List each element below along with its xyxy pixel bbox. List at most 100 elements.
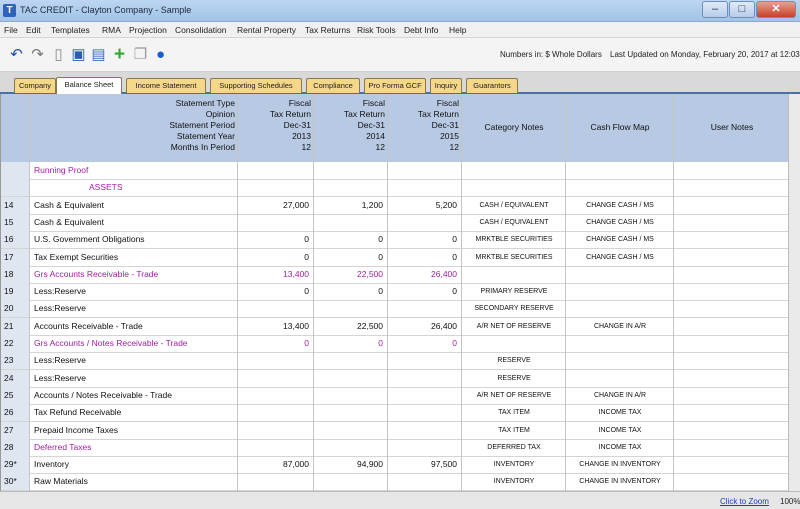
vertical-scrollbar[interactable]	[788, 94, 800, 491]
menu-risk-tools[interactable]: Risk Tools	[357, 25, 396, 35]
value-2015	[389, 387, 457, 404]
undo-icon[interactable]: ↶	[8, 46, 25, 63]
menu-tax-returns[interactable]: Tax Returns	[305, 25, 350, 35]
cash-flow-map	[567, 266, 673, 283]
category-note: TAX ITEM	[498, 409, 530, 417]
tab-company[interactable]: Company	[14, 78, 56, 93]
col-2014-opinion: Tax Return	[343, 109, 385, 119]
table-row[interactable]: 17 Tax Exempt Securities 0 0 0 MRKTBLE SECURI…	[1, 248, 798, 267]
add-icon[interactable]: +	[111, 45, 128, 64]
value-2014: 0	[378, 251, 383, 262]
click-to-zoom-link[interactable]: Click to Zoom	[720, 497, 769, 506]
label-statement-type: Statement Type	[175, 98, 235, 108]
tab-strip: Company Balance Sheet Income Statement S…	[0, 72, 800, 94]
cash-flow-map: INCOME TAX	[598, 426, 642, 434]
copy-icon[interactable]: ❐	[132, 46, 149, 63]
row-label: Tax Refund Receivable	[34, 407, 122, 418]
category-note: SECONDARY RESERVE	[474, 305, 554, 313]
table-row[interactable]: 28 Deferred Taxes DEFERRED TAX INCOME TAX	[1, 438, 798, 457]
category-note: INVENTORY	[493, 461, 535, 469]
value-2013: 87,000	[283, 459, 309, 470]
header-user-notes: User Notes	[710, 122, 754, 132]
row-number: 26	[1, 404, 29, 422]
row-label: Grs Accounts / Notes Receivable - Trade	[34, 338, 188, 348]
table-row[interactable]: 25 Accounts / Notes Receivable - Trade A/R…	[1, 386, 798, 405]
table-row[interactable]: 30* Raw Materials INVENTORY CHANGE IN INVEN…	[1, 473, 798, 491]
row-number: 29*	[1, 456, 29, 474]
header-category-notes: Category Notes	[484, 122, 544, 132]
tab-inquiry[interactable]: Inquiry	[430, 78, 462, 93]
table-row[interactable]: 26 Tax Refund Receivable TAX ITEM INCOME TA…	[1, 404, 798, 423]
col-2014-months: 12	[375, 142, 385, 152]
value-2013	[239, 179, 309, 196]
value-2015: 0	[452, 234, 457, 245]
col-2013-opinion: Tax Return	[269, 109, 311, 119]
label-statement-period: Statement Period	[169, 120, 235, 130]
table-row[interactable]: 15 Cash & Equivalent CASH / EQUIVALENT CHAN…	[1, 213, 798, 232]
value-2015: 0	[452, 286, 457, 297]
toolbar: ↶ ↷ ▯ ▣ ▤ + ❐ ● Numbers in: $ Whole Doll…	[0, 38, 800, 72]
new-document-icon[interactable]: ▯	[50, 46, 67, 63]
tab-guarantors[interactable]: Guarantors	[466, 78, 518, 93]
menu-help[interactable]: Help	[449, 25, 466, 35]
category-note	[463, 335, 565, 352]
redo-icon[interactable]: ↷	[29, 46, 46, 63]
cash-flow-map	[567, 283, 673, 300]
table-row[interactable]: 29* Inventory 87,000 94,900 97,500 INVENTORY C…	[1, 456, 798, 475]
value-2014	[315, 352, 383, 369]
row-label: Running Proof	[34, 165, 89, 175]
globe-icon[interactable]: ●	[152, 46, 169, 63]
tab-income-statement[interactable]: Income Statement	[126, 78, 206, 93]
table-row[interactable]: 21 Accounts Receivable - Trade 13,400 22,50…	[1, 317, 798, 336]
col-2013-year: 2013	[292, 131, 311, 141]
tab-balance-sheet[interactable]: Balance Sheet	[56, 77, 122, 94]
table-row[interactable]: 24 Less:Reserve RESERVE	[1, 369, 798, 388]
cash-flow-map	[567, 370, 673, 387]
cash-flow-map: CHANGE IN A/R	[593, 322, 647, 330]
table-row[interactable]: 27 Prepaid Income Taxes TAX ITEM INCOME TAX	[1, 421, 798, 440]
menu-rma[interactable]: RMA	[102, 25, 121, 35]
value-2014: 22,500	[357, 320, 383, 331]
row-number: 18	[1, 265, 29, 283]
close-button[interactable]: ✕	[756, 1, 796, 18]
maximize-button[interactable]: □	[729, 1, 755, 18]
menu-projection[interactable]: Projection	[129, 25, 167, 35]
category-note: INVENTORY	[493, 478, 535, 486]
value-2014: 0	[378, 234, 383, 245]
table-row[interactable]: 20 Less:Reserve SECONDARY RESERVE	[1, 300, 798, 319]
menu-rental-property[interactable]: Rental Property	[237, 25, 296, 35]
value-2014: 0	[378, 286, 383, 297]
table-row[interactable]: 14 Cash & Equivalent 27,000 1,200 5,200 CASH …	[1, 196, 798, 215]
table-row[interactable]: 23 Less:Reserve RESERVE	[1, 352, 798, 371]
menu-consolidation[interactable]: Consolidation	[175, 25, 227, 35]
category-note	[463, 266, 565, 283]
value-2013	[239, 300, 309, 317]
table-row[interactable]: 18 Grs Accounts Receivable - Trade 13,400 2…	[1, 265, 798, 284]
tab-compliance[interactable]: Compliance	[306, 78, 360, 93]
table-row[interactable]: 19 Less:Reserve 0 0 0 PRIMARY RESERVE	[1, 283, 798, 302]
value-2014	[315, 404, 383, 421]
value-2014: 0	[378, 338, 383, 348]
balance-sheet-grid: Statement Type Opinion Statement Period …	[0, 94, 798, 491]
minimize-button[interactable]: –	[702, 1, 728, 18]
value-2014	[315, 214, 383, 231]
category-note: MRKTBLE SECURITIES	[475, 236, 553, 244]
tab-supporting-schedules[interactable]: Supporting Schedules	[210, 78, 302, 93]
table-row[interactable]: 22 Grs Accounts / Notes Receivable - Trad…	[1, 335, 798, 353]
table-row[interactable]: 16 U.S. Government Obligations 0 0 0 MRKTBLE …	[1, 231, 798, 250]
value-2014	[315, 387, 383, 404]
tab-pro-forma-gcf[interactable]: Pro Forma GCF	[364, 78, 426, 93]
category-note	[463, 162, 565, 179]
table-row[interactable]: Running Proof	[1, 162, 798, 180]
menu-edit[interactable]: Edit	[26, 25, 41, 35]
save-icon[interactable]: ▣	[70, 46, 87, 63]
menu-file[interactable]: File	[4, 25, 18, 35]
row-number: 22	[1, 335, 29, 352]
print-icon[interactable]: ▤	[90, 46, 107, 63]
col-2015-months: 12	[449, 142, 459, 152]
table-row[interactable]: ASSETS	[1, 179, 798, 198]
value-2014	[315, 422, 383, 439]
menu-debt-info[interactable]: Debt Info	[404, 25, 439, 35]
menu-templates[interactable]: Templates	[51, 25, 90, 35]
value-2013: 13,400	[283, 320, 309, 331]
